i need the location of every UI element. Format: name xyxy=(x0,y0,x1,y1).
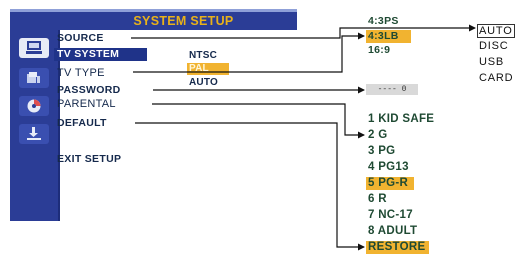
connector-lines xyxy=(131,24,476,251)
